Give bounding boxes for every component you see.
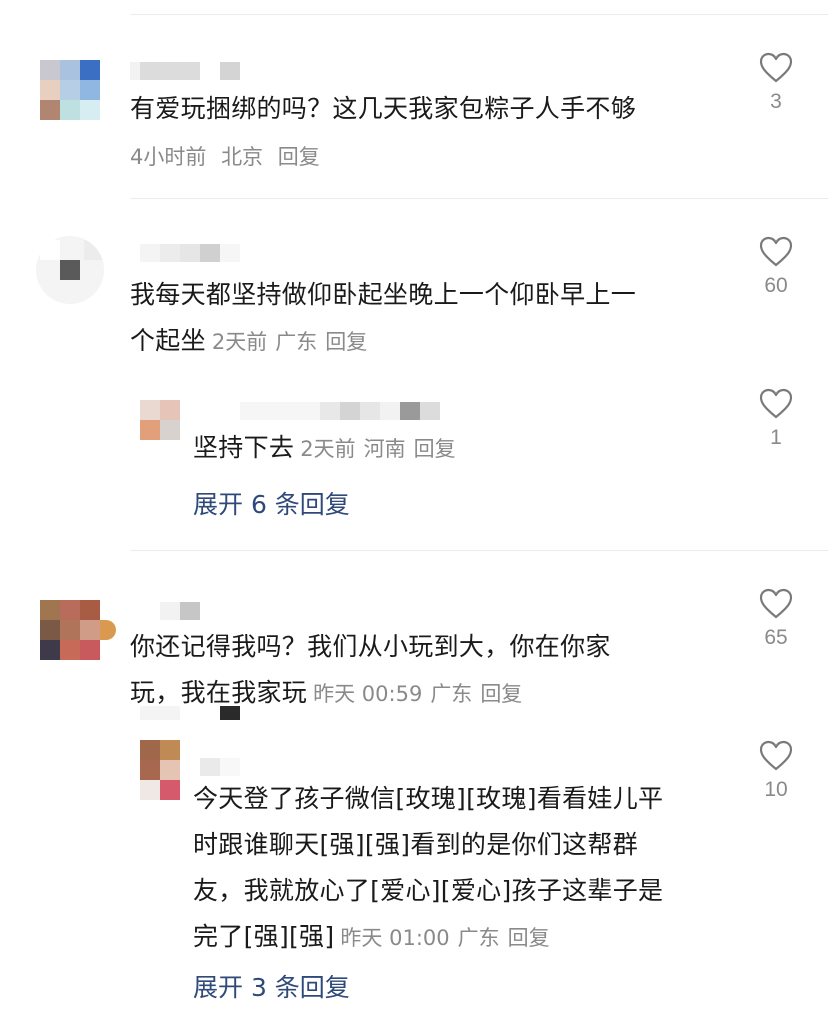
username[interactable]: [130, 62, 240, 80]
reply-button[interactable]: 回复: [414, 437, 456, 461]
heart-outline-icon: [759, 588, 793, 619]
reply-button[interactable]: 回复: [508, 926, 550, 950]
location: 河南: [363, 437, 406, 461]
reply-text: 坚持下去 2天前 河南 回复: [193, 433, 456, 462]
divider: [130, 198, 828, 199]
like-button[interactable]: 65: [746, 588, 806, 650]
username[interactable]: [140, 244, 240, 262]
like-button[interactable]: 3: [746, 52, 806, 114]
location: 广东: [457, 926, 500, 950]
location: 广东: [275, 330, 318, 354]
timestamp: 昨天 00:59: [313, 682, 423, 706]
reply-avatar[interactable]: [140, 400, 180, 440]
reply-button[interactable]: 回复: [278, 145, 320, 169]
like-button[interactable]: 60: [746, 236, 806, 298]
reply-button[interactable]: 回复: [325, 330, 367, 354]
timestamp: 2天前: [300, 437, 356, 461]
comment-text: 我每天都坚持做仰卧起坐晚上一个仰卧早上一 个起坐 2天前 广东 回复: [130, 280, 637, 355]
avatar[interactable]: [36, 236, 104, 304]
like-count: 1: [770, 426, 782, 449]
comment-text: 有爱玩捆绑的吗？这几天我家包粽子人手不够: [130, 94, 637, 123]
like-count: 3: [770, 90, 782, 113]
like-button[interactable]: 1: [746, 388, 806, 450]
location: 广东: [430, 682, 473, 706]
comment-meta: 4小时前 北京 回复: [130, 142, 320, 172]
reply-username[interactable]: [200, 758, 240, 776]
avatar-decoration: [100, 620, 116, 640]
divider: [130, 14, 828, 15]
avatar[interactable]: [40, 600, 100, 660]
divider: [130, 550, 828, 551]
timestamp: 昨天 01:00: [340, 926, 450, 950]
avatar[interactable]: [40, 60, 100, 120]
heart-outline-icon: [759, 740, 793, 771]
reply-username[interactable]: [240, 402, 440, 420]
redaction: [140, 706, 180, 720]
expand-replies-link[interactable]: 展开 3 条回复: [193, 968, 350, 1004]
like-count: 65: [764, 626, 788, 649]
like-button[interactable]: 10: [746, 740, 806, 802]
timestamp: 2天前: [211, 330, 268, 354]
heart-outline-icon: [759, 388, 793, 419]
reply-button[interactable]: 回复: [480, 682, 522, 706]
redaction: [220, 706, 240, 720]
heart-outline-icon: [759, 52, 793, 83]
expand-replies-link[interactable]: 展开 6 条回复: [193, 485, 350, 521]
heart-outline-icon: [759, 236, 793, 267]
comment-text: 你还记得我吗？我们从小玩到大，你在你家 玩，我在我家玩 昨天 00:59 广东 回复: [130, 632, 611, 707]
location: 北京: [221, 145, 264, 169]
reply-text: 今天登了孩子微信[玫瑰][玫瑰]看看娃儿平 时跟谁聊天[强][强]看到的是你们这…: [193, 784, 664, 951]
like-count: 60: [764, 274, 788, 297]
like-count: 10: [764, 778, 788, 801]
reply-avatar[interactable]: [140, 740, 180, 800]
username[interactable]: [160, 602, 200, 620]
timestamp: 4小时前: [130, 145, 207, 169]
